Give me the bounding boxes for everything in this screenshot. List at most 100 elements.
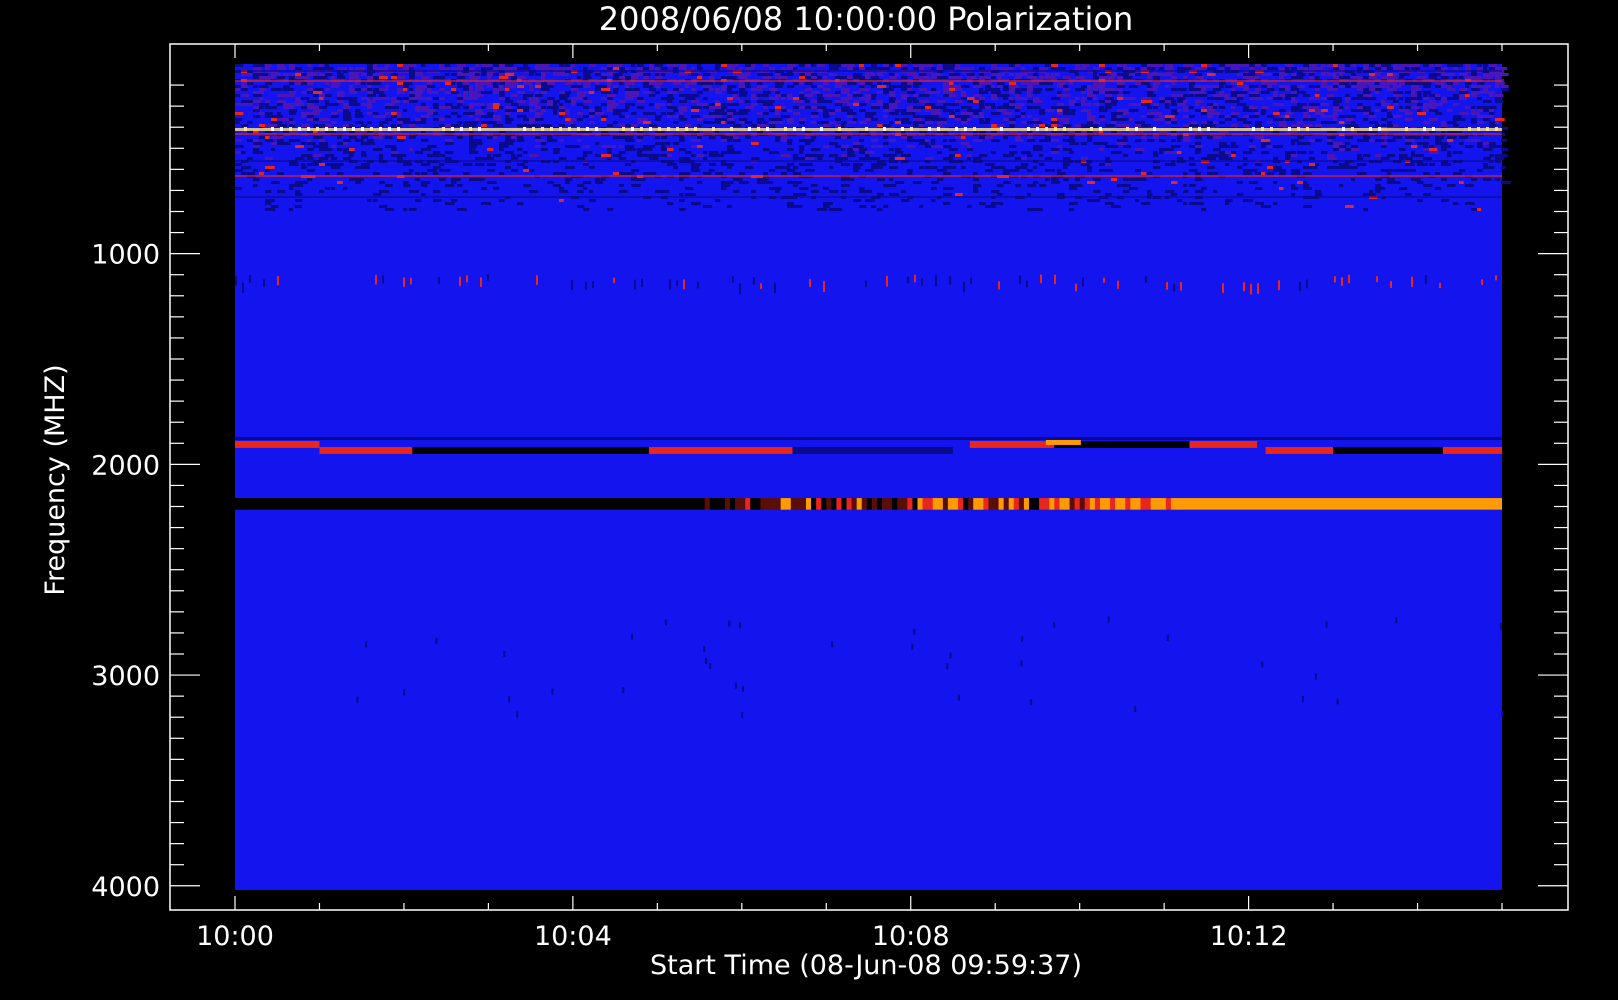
noise-pixel <box>349 76 359 79</box>
noise-pixel <box>1009 169 1016 172</box>
rfi-speckle <box>316 127 319 131</box>
noise-pixel <box>901 94 909 97</box>
noise-pixel <box>529 109 536 112</box>
noise-pixel <box>853 199 862 202</box>
noise-pixel <box>973 82 980 85</box>
noise-pixel <box>319 106 327 109</box>
noise-pixel <box>493 118 502 121</box>
rfi-speckle <box>334 127 337 131</box>
noise-pixel <box>553 148 561 151</box>
noise-pixel <box>1033 82 1040 85</box>
noise-pixel <box>763 181 773 184</box>
noise-pixel <box>319 76 328 79</box>
noise-pixel <box>823 205 830 208</box>
noise-pixel <box>1027 154 1033 157</box>
noise-pixel <box>343 187 348 190</box>
noise-pixel <box>685 157 691 160</box>
noise-pixel <box>301 76 310 79</box>
band-2180-transition <box>1089 498 1096 510</box>
noise-pixel <box>805 82 813 85</box>
noise-pixel <box>1081 163 1090 166</box>
noise-pixel <box>577 94 586 97</box>
noise-pixel <box>301 73 307 76</box>
noise-pixel <box>751 157 760 160</box>
band-1900-segment <box>1442 446 1502 454</box>
dark-dot <box>741 712 744 719</box>
noise-pixel <box>583 67 588 70</box>
noise-pixel <box>265 82 273 85</box>
sparse-speckle <box>907 276 909 284</box>
noise-pixel <box>757 124 767 127</box>
noise-pixel <box>1501 148 1509 151</box>
noise-pixel <box>1231 142 1236 145</box>
noise-pixel <box>487 112 494 115</box>
noise-pixel <box>763 91 771 94</box>
noise-pixel <box>487 121 497 124</box>
sparse-speckle <box>1222 283 1224 294</box>
noise-pixel <box>985 136 994 139</box>
noise-pixel <box>1189 106 1195 109</box>
noise-pixel <box>295 199 303 202</box>
sparse-speckle <box>403 277 405 287</box>
noise-pixel <box>331 163 337 166</box>
noise-pixel <box>397 97 403 100</box>
rfi-speckle <box>1000 127 1003 131</box>
noise-pixel <box>931 91 941 94</box>
noise-pixel <box>343 157 352 160</box>
noise-pixel <box>805 136 810 139</box>
noise-pixel <box>1165 106 1170 109</box>
noise-pixel <box>403 88 408 91</box>
noise-pixel <box>583 163 589 166</box>
noise-pixel <box>1489 115 1494 118</box>
noise-pixel <box>235 187 242 190</box>
noise-pixel <box>487 154 492 157</box>
noise-pixel <box>1093 88 1098 91</box>
noise-pixel <box>253 67 262 70</box>
noise-pixel <box>391 145 397 148</box>
noise-pixel <box>403 184 411 187</box>
noise-pixel <box>265 76 275 79</box>
noise-pixel <box>805 169 815 172</box>
rfi-speckle <box>1189 127 1192 131</box>
noise-pixel <box>1243 163 1248 166</box>
noise-pixel <box>661 190 670 193</box>
noise-pixel <box>1495 154 1502 157</box>
noise-pixel <box>1405 142 1412 145</box>
noise-pixel <box>547 82 555 85</box>
noise-pixel <box>355 139 364 142</box>
noise-pixel <box>1075 76 1085 79</box>
noise-pixel <box>415 199 422 202</box>
noise-pixel <box>703 85 712 88</box>
noise-pixel <box>1351 178 1356 181</box>
noise-pixel <box>523 94 533 97</box>
rfi-speckle <box>838 127 841 131</box>
noise-pixel <box>733 124 742 127</box>
noise-pixel <box>535 94 543 97</box>
noise-pixel <box>1453 82 1459 85</box>
rfi-speckle <box>676 127 679 131</box>
band-2180-transition <box>765 498 772 510</box>
noise-pixel <box>319 190 324 193</box>
noise-pixel <box>1477 169 1483 172</box>
dark-dot <box>1021 635 1024 642</box>
noise-pixel <box>895 73 900 76</box>
noise-pixel <box>541 91 547 94</box>
noise-pixel <box>289 91 297 94</box>
noise-pixel <box>865 151 875 154</box>
noise-pixel <box>691 109 700 112</box>
noise-pixel <box>439 178 446 181</box>
rfi-speckle <box>910 127 913 131</box>
noise-pixel <box>1297 106 1302 109</box>
noise-pixel <box>367 88 373 91</box>
noise-pixel <box>235 139 242 142</box>
noise-pixel <box>715 82 723 85</box>
noise-pixel <box>1003 181 1012 184</box>
noise-pixel <box>559 64 565 67</box>
noise-pixel <box>1345 142 1350 145</box>
noise-pixel <box>901 190 907 193</box>
noise-pixel <box>1195 151 1201 154</box>
noise-pixel <box>1231 154 1236 157</box>
noise-pixel <box>1057 169 1062 172</box>
noise-pixel <box>1249 169 1258 172</box>
noise-pixel <box>487 64 493 67</box>
